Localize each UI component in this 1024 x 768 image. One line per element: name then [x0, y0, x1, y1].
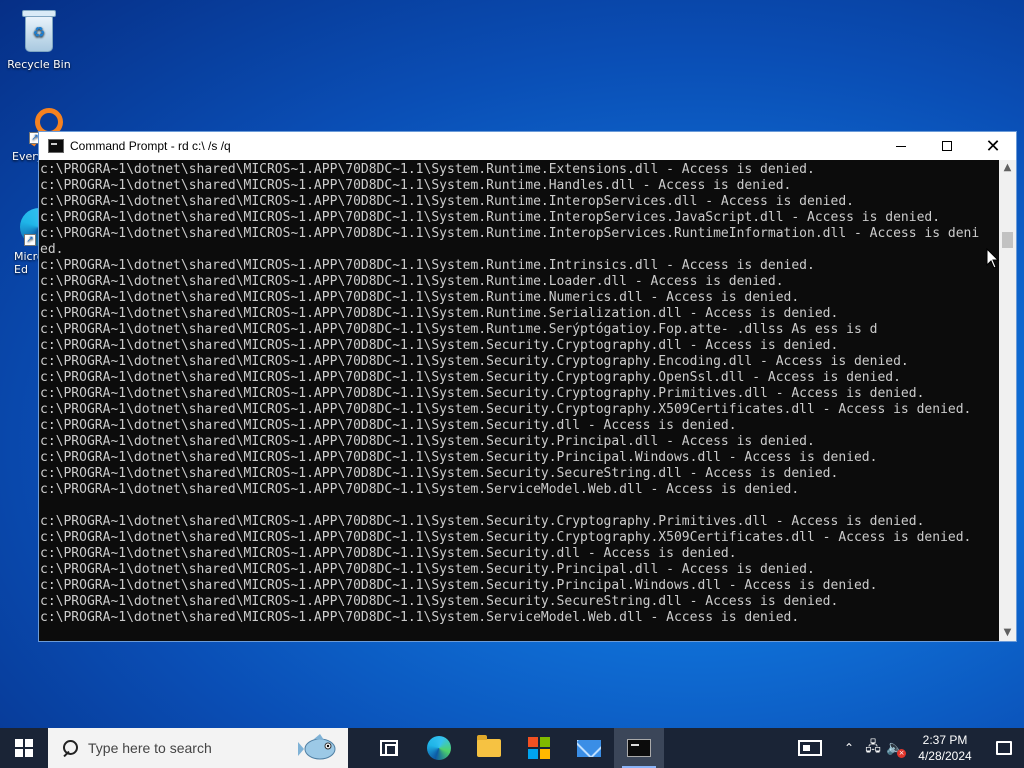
- recycle-bin-shortcut[interactable]: ♻ Recycle Bin: [2, 8, 76, 71]
- console-line: c:\PROGRA~1\dotnet\shared\MICROS~1.APP\7…: [40, 274, 784, 289]
- window-title: Command Prompt - rd c:\ /s /q: [70, 139, 231, 153]
- edge-label: Micro Ed: [14, 250, 44, 276]
- task-view-button[interactable]: [364, 728, 414, 768]
- console-line: c:\PROGRA~1\dotnet\shared\MICROS~1.APP\7…: [40, 226, 980, 241]
- news-widget-button[interactable]: [786, 728, 836, 768]
- shortcut-arrow-icon: ↗: [24, 234, 36, 246]
- console-line: c:\PROGRA~1\dotnet\shared\MICROS~1.APP\7…: [40, 530, 972, 545]
- start-button[interactable]: [0, 728, 48, 768]
- search-icon: [62, 740, 78, 756]
- console-line: c:\PROGRA~1\dotnet\shared\MICROS~1.APP\7…: [40, 482, 800, 497]
- title-bar[interactable]: Command Prompt - rd c:\ /s /q ✕: [39, 132, 1016, 160]
- console-line: c:\PROGRA~1\dotnet\shared\MICROS~1.APP\7…: [40, 418, 737, 433]
- clock-date: 4/28/2024: [918, 749, 972, 763]
- task-view-icon: [380, 740, 398, 756]
- system-tray: ⌃ 🖧 🔈 × 2:37 PM 4/28/2024: [786, 728, 1024, 768]
- notifications-button[interactable]: [984, 728, 1024, 768]
- taskbar-mail-button[interactable]: [564, 728, 614, 768]
- minimize-icon: [896, 145, 906, 147]
- console-line: c:\PROGRA~1\dotnet\shared\MICROS~1.APP\7…: [40, 434, 815, 449]
- show-hidden-icons-button[interactable]: ⌃: [836, 728, 862, 768]
- console-line: c:\PROGRA~1\dotnet\shared\MICROS~1.APP\7…: [40, 178, 792, 193]
- console-line: c:\PROGRA~1\dotnet\shared\MICROS~1.APP\7…: [40, 322, 878, 337]
- edge-icon: [427, 736, 451, 760]
- console-line: c:\PROGRA~1\dotnet\shared\MICROS~1.APP\7…: [40, 338, 839, 353]
- recycle-bin-icon: ♻: [19, 8, 59, 54]
- close-button[interactable]: ✕: [970, 132, 1016, 160]
- console-line: c:\PROGRA~1\dotnet\shared\MICROS~1.APP\7…: [40, 162, 815, 177]
- network-button[interactable]: 🖧: [862, 728, 884, 768]
- scrollbar-thumb[interactable]: [1002, 232, 1013, 248]
- console-line: c:\PROGRA~1\dotnet\shared\MICROS~1.APP\7…: [40, 210, 941, 225]
- clock-time: 2:37 PM: [922, 733, 968, 747]
- command-prompt-icon: [48, 139, 64, 153]
- clock-button[interactable]: 2:37 PM 4/28/2024: [906, 728, 984, 768]
- console-line: c:\PROGRA~1\dotnet\shared\MICROS~1.APP\7…: [40, 194, 854, 209]
- console-line: c:\PROGRA~1\dotnet\shared\MICROS~1.APP\7…: [40, 594, 839, 609]
- command-prompt-window[interactable]: Command Prompt - rd c:\ /s /q ✕ c:\PROGR…: [38, 131, 1017, 642]
- close-icon: ✕: [985, 135, 1001, 157]
- taskbar: Type here to search ⌃ 🖧 🔈 × 2:37 PM 4/28…: [0, 728, 1024, 768]
- taskbar-search-box[interactable]: Type here to search: [48, 728, 348, 768]
- news-icon: [798, 740, 822, 756]
- search-placeholder: Type here to search: [88, 740, 212, 756]
- console-line: c:\PROGRA~1\dotnet\shared\MICROS~1.APP\7…: [40, 450, 878, 465]
- command-prompt-icon: [627, 739, 651, 757]
- chevron-up-icon: ▲: [1003, 162, 1012, 173]
- scroll-up-button[interactable]: ▲: [999, 160, 1016, 176]
- console-line: c:\PROGRA~1\dotnet\shared\MICROS~1.APP\7…: [40, 562, 815, 577]
- console-line: c:\PROGRA~1\dotnet\shared\MICROS~1.APP\7…: [40, 578, 878, 593]
- console-line: c:\PROGRA~1\dotnet\shared\MICROS~1.APP\7…: [40, 386, 925, 401]
- console-line: c:\PROGRA~1\dotnet\shared\MICROS~1.APP\7…: [40, 610, 800, 625]
- taskbar-command-prompt-button[interactable]: [614, 728, 664, 768]
- maximize-button[interactable]: [924, 132, 970, 160]
- console-line: c:\PROGRA~1\dotnet\shared\MICROS~1.APP\7…: [40, 354, 909, 369]
- console-line: c:\PROGRA~1\dotnet\shared\MICROS~1.APP\7…: [40, 370, 901, 385]
- vertical-scrollbar[interactable]: ▲ ▼: [999, 160, 1016, 641]
- mail-icon: [577, 739, 601, 757]
- chevron-up-icon: ⌃: [843, 741, 855, 755]
- recycle-bin-label: Recycle Bin: [7, 58, 71, 71]
- console-line: c:\PROGRA~1\dotnet\shared\MICROS~1.APP\7…: [40, 514, 925, 529]
- network-icon: 🖧: [865, 739, 881, 755]
- console-output[interactable]: c:\PROGRA~1\dotnet\shared\MICROS~1.APP\7…: [39, 160, 1001, 641]
- console-line: c:\PROGRA~1\dotnet\shared\MICROS~1.APP\7…: [40, 290, 800, 305]
- notification-icon: [996, 741, 1012, 755]
- taskbar-edge-button[interactable]: [414, 728, 464, 768]
- console-line: c:\PROGRA~1\dotnet\shared\MICROS~1.APP\7…: [40, 306, 839, 321]
- console-line: c:\PROGRA~1\dotnet\shared\MICROS~1.APP\7…: [40, 466, 839, 481]
- console-line: c:\PROGRA~1\dotnet\shared\MICROS~1.APP\7…: [40, 258, 815, 273]
- folder-icon: [477, 735, 501, 757]
- scroll-down-button[interactable]: ▼: [999, 625, 1016, 641]
- search-highlight-fish-icon: [298, 734, 336, 760]
- console-line: ed.: [40, 242, 64, 257]
- windows-logo-icon: [15, 739, 33, 757]
- muted-x-icon: ×: [897, 749, 906, 758]
- taskbar-file-explorer-button[interactable]: [464, 728, 514, 768]
- store-icon: [528, 737, 550, 759]
- minimize-button[interactable]: [878, 132, 924, 160]
- console-line: c:\PROGRA~1\dotnet\shared\MICROS~1.APP\7…: [40, 546, 737, 561]
- console-line: c:\PROGRA~1\dotnet\shared\MICROS~1.APP\7…: [40, 402, 972, 417]
- chevron-down-icon: ▼: [1003, 627, 1012, 638]
- mouse-cursor-icon: [986, 248, 1000, 269]
- taskbar-store-button[interactable]: [514, 728, 564, 768]
- volume-button[interactable]: 🔈 ×: [884, 728, 906, 768]
- maximize-icon: [942, 141, 952, 151]
